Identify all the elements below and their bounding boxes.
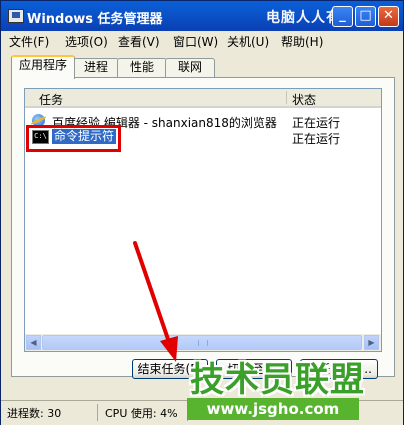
watermark-logo-text: 技术员联盟 bbox=[190, 360, 365, 400]
watermark-url: www.jsgho.com bbox=[187, 398, 359, 420]
tab-applications[interactable]: 应用程序 bbox=[11, 55, 75, 79]
